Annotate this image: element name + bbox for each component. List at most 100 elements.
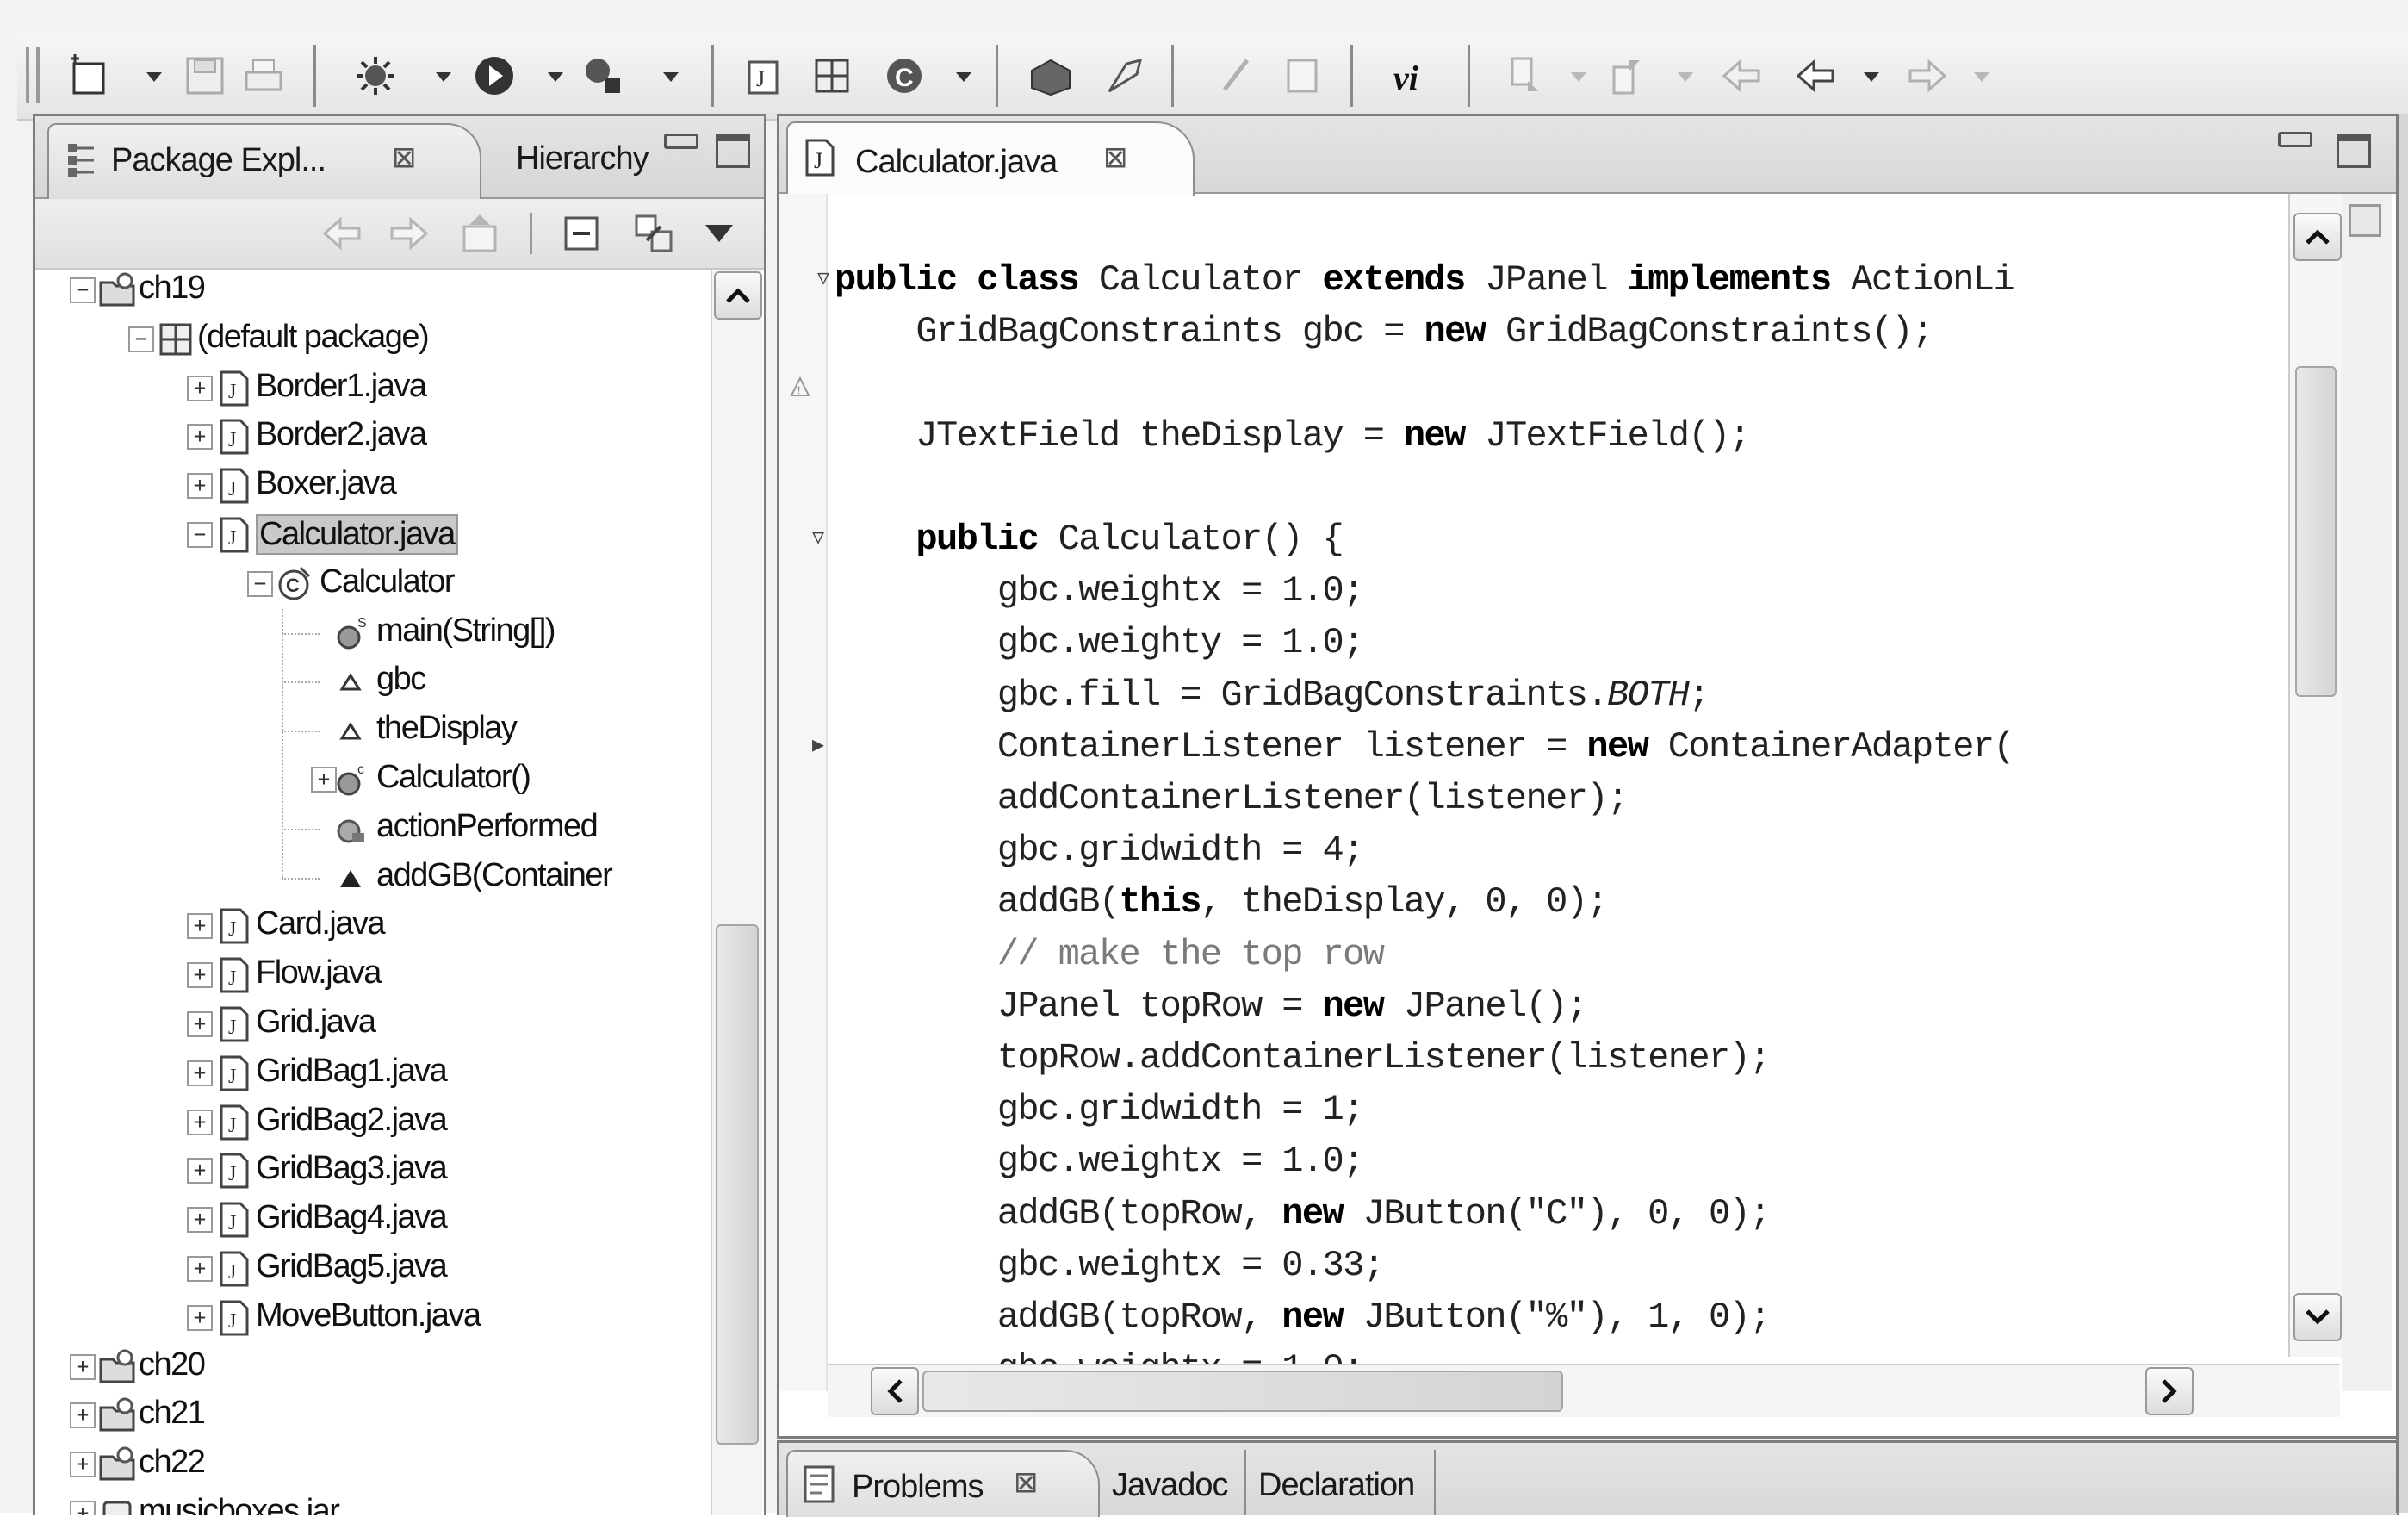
close-icon[interactable]: ⊠: [1103, 140, 1128, 175]
tree-item[interactable]: + J Boxer.java: [35, 462, 707, 510]
scroll-up-button[interactable]: [2293, 213, 2342, 261]
expand-icon[interactable]: +: [187, 1011, 213, 1037]
tree-item[interactable]: theDisplay: [35, 706, 707, 755]
overview-ruler[interactable]: [2342, 194, 2392, 1391]
fold-collapse-icon[interactable]: ▿: [817, 263, 829, 291]
tree-item[interactable]: + J GridBag3.java: [35, 1147, 707, 1195]
expand-icon[interactable]: +: [187, 1060, 213, 1086]
expand-icon[interactable]: +: [70, 1452, 96, 1478]
quick-fix-marker-icon[interactable]: !: [788, 375, 812, 399]
scroll-up-button[interactable]: [714, 271, 762, 320]
expand-icon[interactable]: +: [187, 1109, 213, 1135]
expand-icon[interactable]: +: [187, 424, 213, 451]
tree-item[interactable]: + ch22: [35, 1440, 707, 1489]
expand-icon[interactable]: +: [70, 1402, 96, 1429]
tree-item[interactable]: + J MoveButton.java: [35, 1294, 707, 1342]
back-dropdown-icon[interactable]: [1860, 65, 1883, 88]
new-package-icon[interactable]: [804, 48, 860, 103]
tree-item[interactable]: + J GridBag1.java: [35, 1049, 707, 1097]
debug-icon[interactable]: [348, 48, 403, 103]
vi-mode-icon[interactable]: vi: [1387, 48, 1442, 103]
tree-item[interactable]: addGB(Container: [35, 854, 707, 902]
editor-vertical-scrollbar[interactable]: [2288, 194, 2342, 1357]
scroll-right-button[interactable]: [2145, 1367, 2194, 1415]
collapse-icon[interactable]: −: [70, 277, 96, 303]
package-explorer-icon: [68, 144, 94, 177]
tree-scroll-thumb[interactable]: [716, 924, 759, 1445]
editor-scroll-thumb[interactable]: [2295, 366, 2337, 697]
expand-icon[interactable]: +: [187, 473, 213, 500]
tree-item[interactable]: − (default package): [35, 315, 707, 364]
search-icon[interactable]: [1097, 48, 1152, 103]
tree-item[interactable]: actionPerformed: [35, 805, 707, 853]
external-tools-icon[interactable]: [575, 48, 630, 103]
tree-item[interactable]: + ch20: [35, 1343, 707, 1391]
tree-scrollbar[interactable]: [711, 270, 762, 1515]
tree-item[interactable]: + musicboxes.jar: [35, 1489, 707, 1515]
new-dropdown-icon[interactable]: [143, 65, 165, 88]
tree-item[interactable]: + ch21: [35, 1391, 707, 1439]
new-wizard-icon[interactable]: [62, 48, 117, 103]
link-with-editor-icon[interactable]: [630, 209, 678, 258]
expand-icon[interactable]: +: [187, 1304, 213, 1331]
expand-icon[interactable]: +: [187, 962, 213, 989]
code-area[interactable]: public class Calculator extends JPanel i…: [828, 254, 2343, 1400]
project-icon: [97, 1347, 137, 1387]
tree-item[interactable]: + J Border2.java: [35, 413, 707, 461]
minimize-icon[interactable]: [2278, 132, 2312, 147]
tree-item[interactable]: − ch19: [35, 270, 707, 314]
tab-hierarchy[interactable]: Hierarchy: [516, 140, 649, 177]
tree-item[interactable]: + J GridBag5.java: [35, 1245, 707, 1293]
tree-item[interactable]: + J Card.java: [35, 902, 707, 950]
collapse-all-icon[interactable]: [559, 211, 604, 256]
tab-javadoc[interactable]: Javadoc: [1112, 1467, 1229, 1504]
tree-item[interactable]: gbc: [35, 657, 707, 706]
tree-item[interactable]: + J GridBag4.java: [35, 1196, 707, 1244]
collapse-icon[interactable]: −: [128, 326, 154, 352]
run-dropdown-icon[interactable]: [544, 65, 567, 88]
tree-item[interactable]: + c Calculator(): [35, 755, 707, 804]
expand-icon[interactable]: +: [70, 1353, 96, 1380]
expand-icon[interactable]: +: [187, 1256, 213, 1282]
tree-item[interactable]: + J Flow.java: [35, 951, 707, 999]
fold-expand-icon[interactable]: ▸: [812, 730, 824, 758]
view-menu-icon[interactable]: [704, 221, 735, 246]
maximize-icon[interactable]: [2337, 134, 2371, 168]
new-class-dropdown-icon[interactable]: [953, 65, 975, 88]
scroll-left-button[interactable]: [871, 1367, 919, 1415]
maximize-icon[interactable]: [716, 134, 750, 168]
collapse-icon[interactable]: −: [187, 522, 213, 548]
scroll-down-button[interactable]: [2293, 1293, 2342, 1341]
run-icon[interactable]: [467, 48, 522, 103]
expand-icon[interactable]: +: [187, 1158, 213, 1184]
expand-icon[interactable]: +: [187, 913, 213, 940]
toolbar-grip[interactable]: [26, 47, 40, 103]
expand-icon[interactable]: +: [187, 1207, 213, 1234]
tab-package-explorer[interactable]: Package Expl... ⊠: [47, 123, 481, 199]
tab-problems[interactable]: Problems ⊠: [786, 1450, 1100, 1517]
back-icon[interactable]: [1788, 48, 1843, 103]
tree-item[interactable]: + J GridBag2.java: [35, 1098, 707, 1147]
java-file-icon: J: [214, 1298, 254, 1338]
open-type-icon[interactable]: [1023, 48, 1078, 103]
tree-item[interactable]: + J Border1.java: [35, 364, 707, 413]
minimize-icon[interactable]: [664, 134, 698, 149]
editor-horizontal-scrollbar[interactable]: [828, 1364, 2340, 1417]
expand-icon[interactable]: +: [70, 1501, 96, 1515]
expand-icon[interactable]: +: [187, 375, 213, 401]
debug-dropdown-icon[interactable]: [432, 65, 455, 88]
fold-collapse-icon[interactable]: ▿: [812, 522, 824, 550]
tab-declaration[interactable]: Declaration: [1258, 1467, 1415, 1504]
external-tools-dropdown-icon[interactable]: [660, 65, 682, 88]
collapse-icon[interactable]: −: [247, 570, 273, 597]
tree-item[interactable]: Smain(String[]): [35, 609, 707, 657]
tree-item[interactable]: + J Grid.java: [35, 1000, 707, 1048]
tab-calculator-java[interactable]: J Calculator.java ⊠: [786, 121, 1195, 196]
close-icon[interactable]: ⊠: [1014, 1465, 1039, 1500]
new-java-project-icon[interactable]: J: [739, 48, 794, 103]
tree-item[interactable]: − J Calculator.java: [35, 511, 707, 559]
tree-item[interactable]: − C Calculator: [35, 560, 707, 608]
new-class-icon[interactable]: C: [877, 48, 932, 103]
close-icon[interactable]: ⊠: [392, 140, 417, 175]
editor-hscroll-thumb[interactable]: [922, 1371, 1563, 1412]
